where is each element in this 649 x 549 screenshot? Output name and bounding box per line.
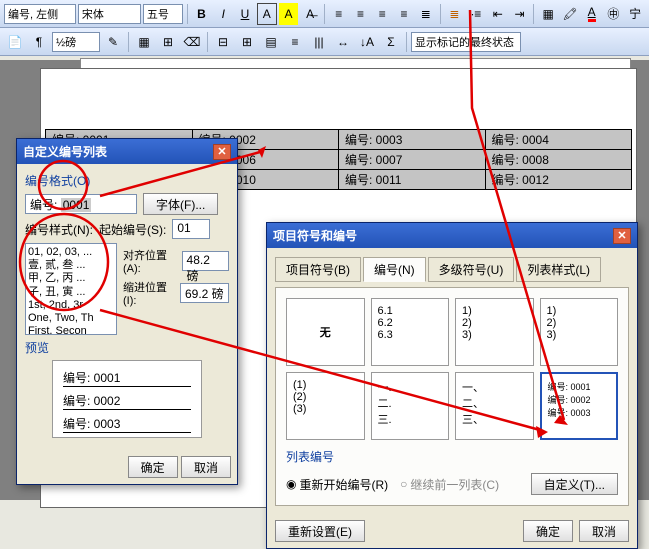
tab-bullets[interactable]: 项目符号(B) <box>275 257 361 282</box>
eraser-button[interactable]: ⌫ <box>181 31 203 53</box>
cell[interactable]: 编号: 0007 <box>339 150 486 170</box>
bullets-button[interactable]: ∙≡ <box>466 3 486 25</box>
indent-position-field[interactable]: 69.2 磅 <box>180 283 229 303</box>
align-position-field[interactable]: 48.2 磅 <box>182 251 229 271</box>
tab-liststyle[interactable]: 列表样式(L) <box>516 257 601 282</box>
cell[interactable]: 编号: 0008 <box>485 150 632 170</box>
number-style-label: 编号样式(N): <box>25 221 93 238</box>
format-painter-button[interactable]: 📄 <box>4 31 26 53</box>
customize-button[interactable]: 自定义(T)... <box>531 473 618 495</box>
bold-button[interactable]: B <box>192 3 212 25</box>
align-left-button[interactable]: ≡ <box>329 3 349 25</box>
dialog-titlebar[interactable]: 自定义编号列表 ✕ <box>17 139 237 164</box>
italic-button[interactable]: I <box>213 3 233 25</box>
cancel-button[interactable]: 取消 <box>579 520 629 542</box>
distribute-cols-button[interactable]: ||| <box>308 31 330 53</box>
tab-strip: 项目符号(B) 编号(N) 多级符号(U) 列表样式(L) <box>275 256 629 281</box>
merge-cells-button[interactable]: ⊟ <box>212 31 234 53</box>
align-justify-button[interactable]: ≡ <box>394 3 414 25</box>
style-combo[interactable]: 编号, 左侧 <box>4 4 76 24</box>
underline-button[interactable]: U <box>235 3 255 25</box>
tab-multilevel[interactable]: 多级符号(U) <box>428 257 515 282</box>
cell[interactable]: 编号: 0011 <box>339 170 486 190</box>
insert-table-button[interactable]: ⊞ <box>157 31 179 53</box>
font-size-combo[interactable]: 五号 <box>143 4 183 24</box>
font-button[interactable]: 字体(F)... <box>143 193 218 215</box>
distributed-button[interactable]: ≣ <box>416 3 436 25</box>
list-number-label: 列表编号 <box>286 448 618 465</box>
strike-button[interactable]: A̶ <box>300 3 320 25</box>
align-position-label: 对齐位置(A): <box>123 247 176 275</box>
reset-button[interactable]: 重新设置(E) <box>275 520 365 542</box>
custom-number-list-dialog: 自定义编号列表 ✕ 编号格式(O) 编号: 0001 字体(F)... 编号样式… <box>16 138 238 485</box>
start-number-field[interactable]: 01 <box>172 219 210 239</box>
formula-button[interactable]: Σ <box>380 31 402 53</box>
increase-indent-button[interactable]: ⇥ <box>510 3 530 25</box>
formatting-toolbar: 编号, 左侧 宋体 五号 B I U A A A̶ ≡ ≡ ≡ ≡ ≣ ≣ ∙≡… <box>0 0 649 28</box>
number-option[interactable]: 6.16.26.3 <box>371 298 450 366</box>
ok-button[interactable]: 确定 <box>128 456 178 478</box>
number-format-field[interactable]: 编号: 0001 <box>25 194 137 214</box>
align-center-button[interactable]: ≡ <box>351 3 371 25</box>
tab-numbering[interactable]: 编号(N) <box>363 257 426 282</box>
number-format-label: 编号格式(O) <box>25 172 229 189</box>
border-button[interactable]: ▦ <box>538 3 558 25</box>
dialog-title: 项目符号和编号 <box>273 227 357 244</box>
numbering-panel: 无 6.16.26.3 1)2)3) 1)2)3) (1)(2)(3) 一.二.… <box>275 287 629 506</box>
tracking-combo[interactable]: 显示标记的最终状态 <box>411 32 521 52</box>
number-option[interactable]: 1)2)3) <box>455 298 534 366</box>
distribute-rows-button[interactable]: ≡ <box>284 31 306 53</box>
standard-toolbar: 📄 ¶ ½磅 ✎ ▦ ⊞ ⌫ ⊟ ⊞ ▤ ≡ ||| ↔ ↓A Σ 显示标记的最… <box>0 28 649 56</box>
cell[interactable]: 编号: 0004 <box>485 130 632 150</box>
cell[interactable]: 编号: 0003 <box>339 130 486 150</box>
preview-box: 编号: 0001 编号: 0002 编号: 0003 <box>52 360 202 438</box>
char-bg-button[interactable]: A <box>279 3 299 25</box>
table-button[interactable]: ▦ <box>133 31 155 53</box>
align-cells-button[interactable]: ▤ <box>260 31 282 53</box>
dialog-title: 自定义编号列表 <box>23 143 107 160</box>
cancel-button[interactable]: 取消 <box>181 456 231 478</box>
number-option[interactable]: 1)2)3) <box>540 298 619 366</box>
font-color-button[interactable]: A <box>582 3 602 25</box>
autofit-button[interactable]: ↔ <box>332 31 354 53</box>
number-option[interactable]: 一.二.三. <box>371 372 450 440</box>
align-right-button[interactable]: ≡ <box>372 3 392 25</box>
preview-label: 预览 <box>25 339 229 356</box>
number-option-none[interactable]: 无 <box>286 298 365 366</box>
dialog-titlebar[interactable]: 项目符号和编号 ✕ <box>267 223 637 248</box>
start-number-label: 起始编号(S): <box>99 221 166 238</box>
number-option[interactable]: 一、二、三、 <box>455 372 534 440</box>
font-combo[interactable]: 宋体 <box>78 4 141 24</box>
number-option[interactable]: (1)(2)(3) <box>286 372 365 440</box>
char-scaling-button[interactable]: 宁 <box>625 3 645 25</box>
close-button[interactable]: ✕ <box>213 144 231 160</box>
continue-numbering-radio[interactable]: ○ 继续前一列表(C) <box>400 476 499 493</box>
zoom-combo[interactable]: ½磅 <box>52 32 100 52</box>
number-style-listbox[interactable]: 01, 02, 03, ... 壹, 贰, 叁 ... 甲, 乙, 丙 ... … <box>25 243 117 335</box>
sort-button[interactable]: ↓A <box>356 31 378 53</box>
phonetic-button[interactable]: ㊥ <box>604 3 624 25</box>
ok-button[interactable]: 确定 <box>523 520 573 542</box>
restart-numbering-radio[interactable]: ◉ 重新开始编号(R) <box>286 476 388 493</box>
indent-position-label: 缩进位置(I): <box>123 279 174 307</box>
close-button[interactable]: ✕ <box>613 228 631 244</box>
number-option-selected[interactable]: 编号: 0001编号: 0002编号: 0003 <box>540 372 619 440</box>
highlight-button[interactable]: 🖍 <box>560 3 580 25</box>
decrease-indent-button[interactable]: ⇤ <box>488 3 508 25</box>
numbering-button[interactable]: ≣ <box>445 3 465 25</box>
text-border-button[interactable]: A <box>257 3 277 25</box>
cell[interactable]: 编号: 0012 <box>485 170 632 190</box>
split-cells-button[interactable]: ⊞ <box>236 31 258 53</box>
line-color-button[interactable]: ✎ <box>102 31 124 53</box>
showhide-button[interactable]: ¶ <box>28 31 50 53</box>
